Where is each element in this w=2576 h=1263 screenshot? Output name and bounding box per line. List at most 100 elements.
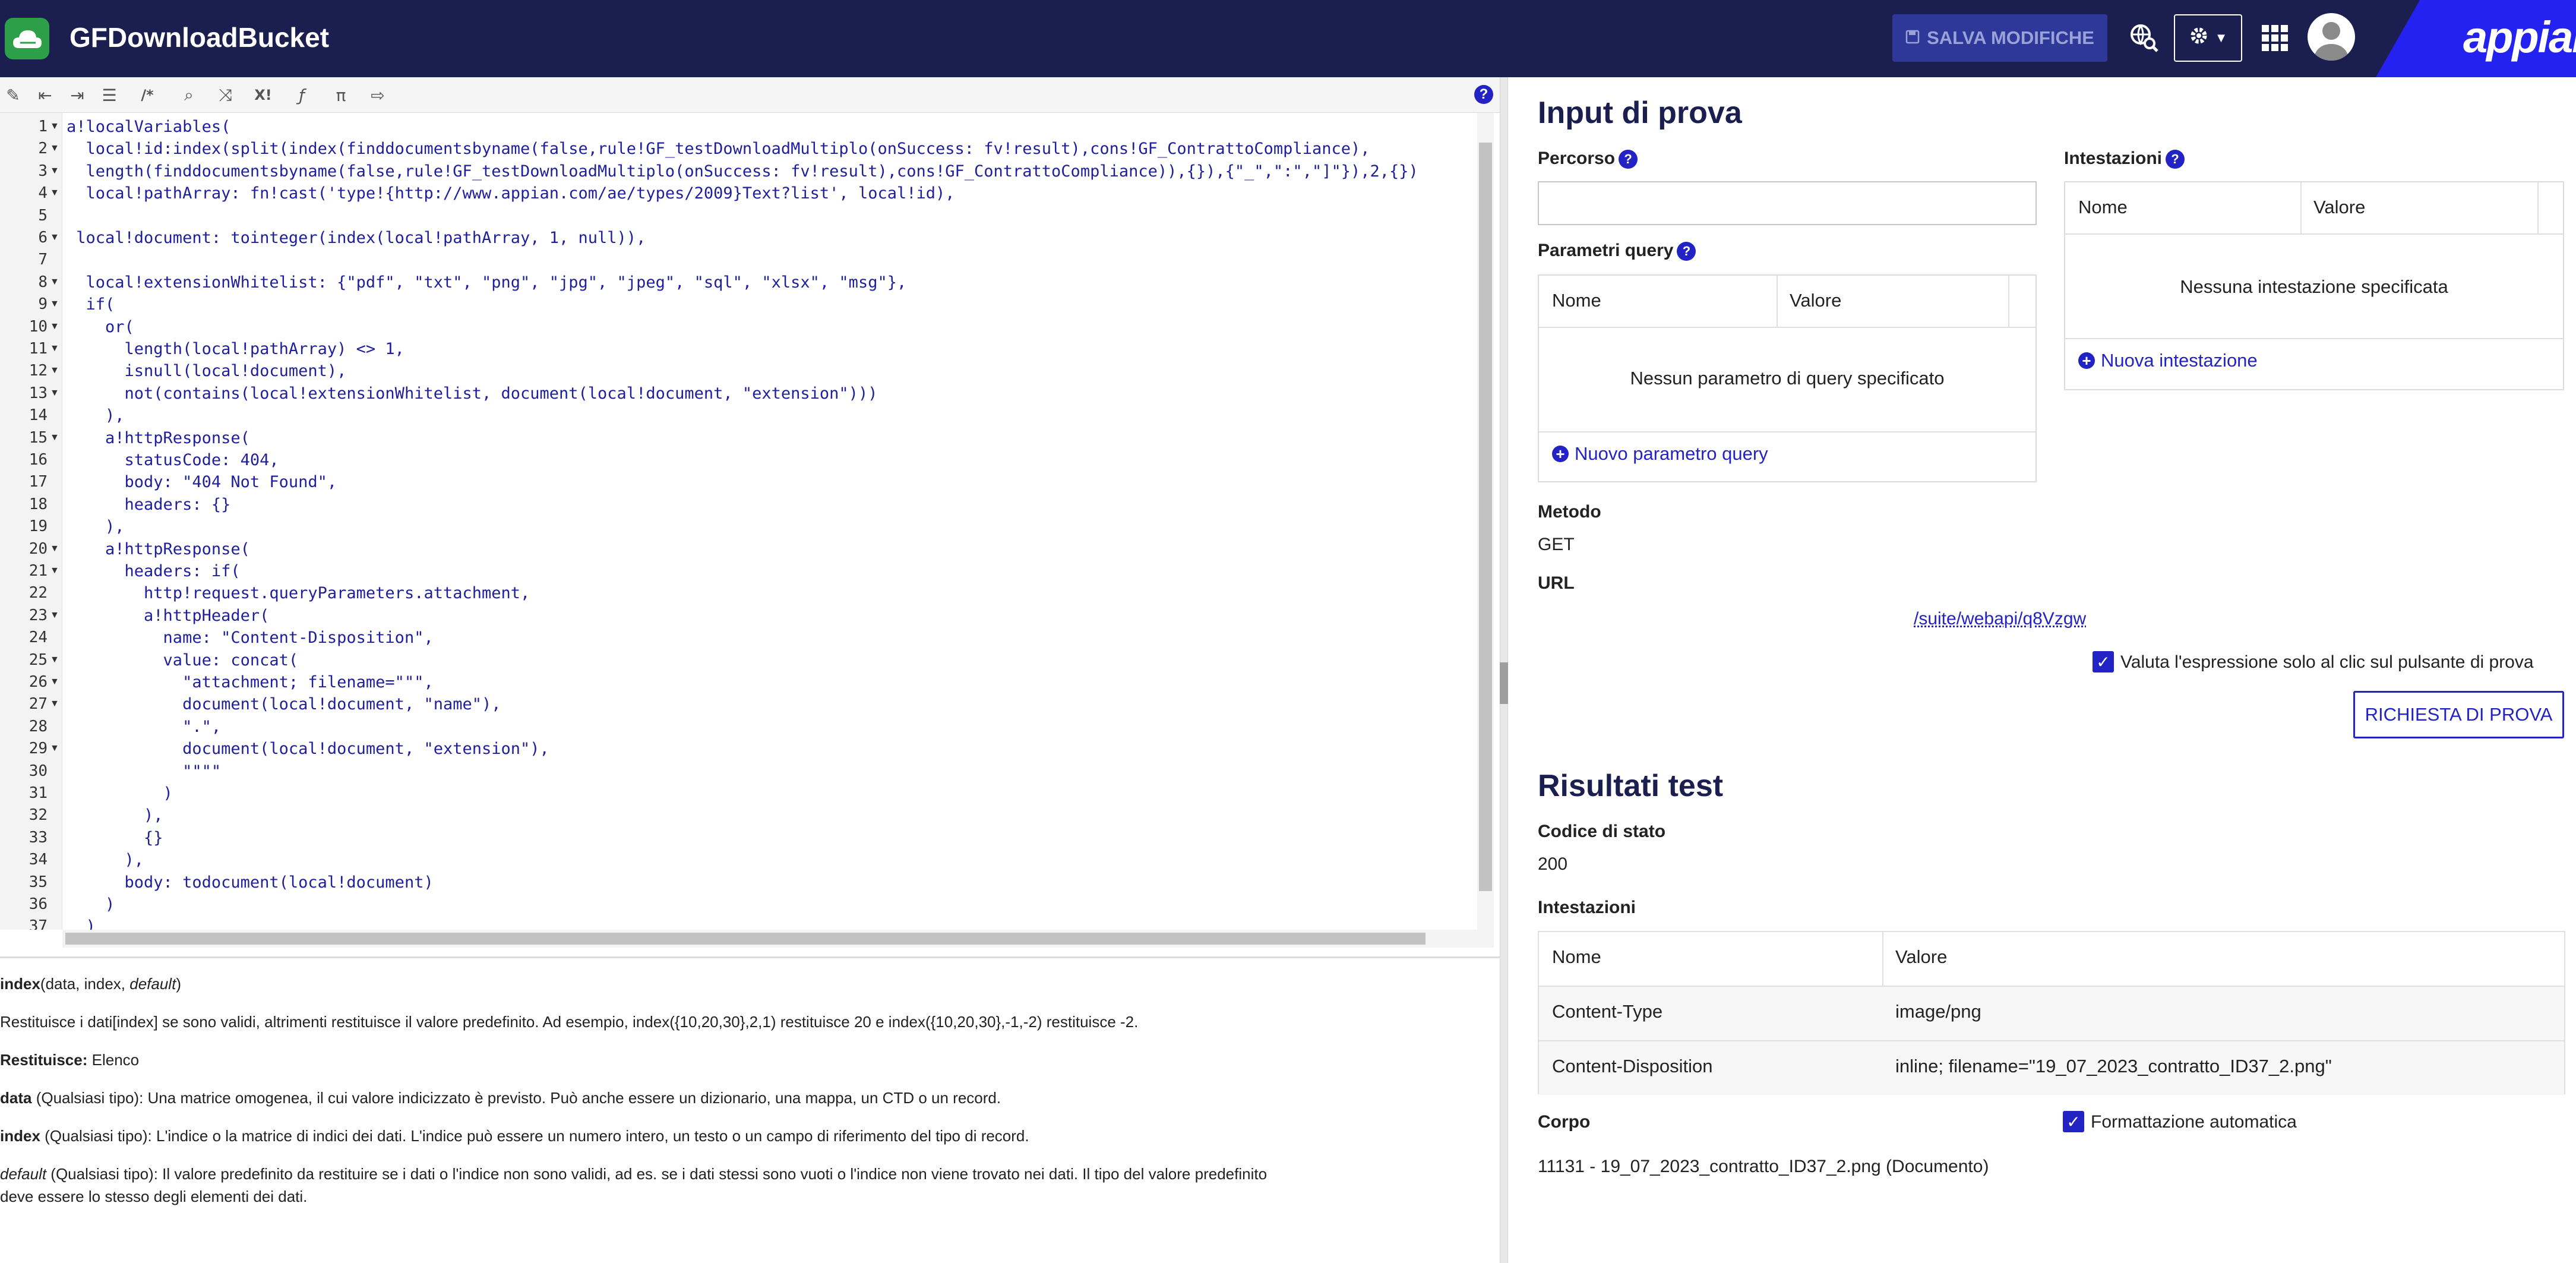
code-editor[interactable]: 1 ▼ a!localVariables(2 ▼ local!id:index(spl…	[0, 113, 1476, 930]
eval-on-click-checkbox[interactable]: ✓	[2093, 651, 2114, 672]
fold-toggle-icon[interactable]: ▼	[50, 655, 59, 665]
code-line[interactable]: local!extensionWhitelist: {"pdf", "txt",…	[67, 273, 907, 292]
code-line[interactable]: headers: {}	[67, 495, 231, 514]
code-line[interactable]: ),	[67, 406, 125, 425]
fold-toggle-icon[interactable]: ▼	[50, 232, 59, 243]
pi-icon[interactable]: π	[330, 84, 352, 106]
code-line[interactable]: document(local!document, "name"),	[67, 695, 501, 713]
code-line[interactable]: name: "Content-Disposition",	[67, 629, 434, 647]
comment-icon[interactable]: /*	[137, 84, 158, 106]
fold-toggle-icon[interactable]: ▼	[50, 321, 59, 332]
fold-toggle-icon[interactable]: ▼	[50, 166, 59, 176]
wand-icon[interactable]: ✎	[2, 84, 24, 106]
code-line[interactable]: document(local!document, "extension"),	[67, 740, 549, 758]
code-line[interactable]: """"	[67, 762, 221, 781]
code-line[interactable]: {}	[67, 829, 163, 847]
fold-toggle-icon[interactable]: ▼	[50, 544, 59, 554]
code-line[interactable]: a!localVariables(	[67, 118, 230, 136]
list-icon[interactable]: ☰	[99, 84, 120, 106]
code-line[interactable]: ".",	[67, 718, 221, 736]
code-line[interactable]: )	[67, 784, 173, 803]
add-header-link[interactable]: + Nuova intestazione	[2078, 350, 2258, 371]
settings-menu-button[interactable]: ▼	[2174, 14, 2242, 62]
test-input-title: Input di prova	[1538, 96, 1742, 130]
editor-vertical-scroll-thumb[interactable]	[1479, 143, 1492, 891]
method-label: Metodo	[1538, 502, 1601, 522]
code-line[interactable]: if(	[67, 295, 115, 314]
expression-icon[interactable]: X!	[252, 84, 274, 106]
editor-horizontal-scroll-thumb[interactable]	[65, 933, 1426, 945]
fold-toggle-icon[interactable]: ▼	[50, 743, 59, 754]
line-number: 7	[38, 251, 48, 269]
fold-toggle-icon[interactable]: ▼	[50, 566, 59, 576]
fold-toggle-icon[interactable]: ▼	[50, 277, 59, 288]
code-line[interactable]: or(	[67, 318, 134, 336]
headers-grid-header: Nome Valore	[2065, 182, 2563, 235]
outdent-icon[interactable]: ⇤	[34, 84, 56, 106]
code-line[interactable]: headers: if(	[67, 562, 241, 580]
fold-toggle-icon[interactable]: ▼	[50, 365, 59, 376]
code-line[interactable]: )	[67, 917, 96, 930]
user-avatar[interactable]	[2308, 13, 2355, 61]
code-line[interactable]: statusCode: 404,	[67, 451, 279, 469]
fold-toggle-icon[interactable]: ▼	[50, 699, 59, 709]
function-icon[interactable]: ƒ	[291, 84, 312, 106]
globe-search-icon[interactable]	[2125, 19, 2161, 55]
indent-icon[interactable]: ⇥	[67, 84, 88, 106]
line-number: 17	[29, 473, 48, 491]
fold-toggle-icon[interactable]: ▼	[50, 143, 59, 154]
line-number: 32	[29, 806, 48, 825]
export-icon[interactable]: ⇨	[367, 84, 388, 106]
cloud-icon[interactable]	[5, 18, 49, 59]
fold-toggle-icon[interactable]: ▼	[50, 677, 59, 687]
fold-toggle-icon[interactable]: ▼	[50, 188, 59, 198]
fold-toggle-icon[interactable]: ▼	[50, 432, 59, 443]
fold-toggle-icon[interactable]: ▼	[50, 121, 59, 132]
url-link[interactable]: /suite/webapi/q8Vzgw	[1914, 609, 2086, 629]
editor-help-icon[interactable]: ?	[1474, 85, 1493, 104]
code-line[interactable]: value: concat(	[67, 651, 299, 670]
query-params-grid: Nome Valore Nessun parametro di query sp…	[1538, 274, 2037, 482]
shuffle-icon[interactable]: ⤨	[215, 84, 236, 106]
add-query-param-link[interactable]: + Nuovo parametro query	[1552, 443, 1768, 465]
code-line[interactable]: not(contains(local!extensionWhitelist, d…	[67, 384, 878, 403]
result-row-name: Content-Disposition	[1552, 1056, 1713, 1076]
save-changes-button[interactable]: SALVA MODIFICHE	[1892, 14, 2107, 62]
code-line[interactable]: body: todocument(local!document)	[67, 873, 434, 892]
result-row-name: Content-Type	[1552, 1001, 1663, 1022]
fold-toggle-icon[interactable]: ▼	[50, 388, 59, 399]
result-col-name: Nome	[1552, 946, 1601, 967]
query-col-value: Valore	[1790, 290, 1842, 311]
code-line[interactable]: ),	[67, 806, 163, 825]
line-number: 1	[38, 118, 48, 135]
code-line[interactable]: length(local!pathArray) <> 1,	[67, 340, 404, 358]
code-line[interactable]: ),	[67, 851, 144, 869]
code-line[interactable]: )	[67, 895, 115, 914]
code-line[interactable]: body: "404 Not Found",	[67, 473, 337, 491]
code-line[interactable]: http!request.queryParameters.attachment,	[67, 584, 530, 602]
apps-grid-icon[interactable]	[2257, 20, 2293, 56]
code-line[interactable]: "attachment; filename=""",	[67, 673, 434, 692]
status-code-label: Codice di stato	[1538, 822, 1666, 841]
autoformat-checkbox[interactable]: ✓	[2063, 1111, 2084, 1132]
code-line[interactable]: a!httpHeader(	[67, 607, 269, 625]
code-line[interactable]: a!httpResponse(	[67, 429, 250, 447]
code-line[interactable]: length(finddocumentsbyname(false,rule!GF…	[67, 162, 1418, 181]
fold-toggle-icon[interactable]: ▼	[50, 299, 59, 310]
code-line[interactable]: local!document: tointeger(index(local!pa…	[67, 229, 646, 247]
search-icon[interactable]: ⌕	[178, 84, 200, 106]
line-number: 29	[29, 740, 48, 758]
test-request-button[interactable]: RICHIESTA DI PROVA	[2353, 691, 2564, 738]
query-help-icon[interactable]: ?	[1677, 242, 1696, 261]
fold-toggle-icon[interactable]: ▼	[50, 343, 59, 354]
splitter-handle[interactable]	[1500, 662, 1508, 704]
headers-help-icon[interactable]: ?	[2166, 150, 2185, 169]
fold-toggle-icon[interactable]: ▼	[50, 610, 59, 621]
path-input[interactable]	[1538, 181, 2037, 225]
code-line[interactable]: isnull(local!document),	[67, 362, 347, 380]
code-line[interactable]: local!pathArray: fn!cast('type!{http://w…	[67, 184, 955, 203]
code-line[interactable]: ),	[67, 517, 125, 536]
code-line[interactable]: a!httpResponse(	[67, 540, 250, 558]
path-help-icon[interactable]: ?	[1619, 150, 1638, 169]
code-line[interactable]: local!id:index(split(index(finddocuments…	[67, 140, 1370, 158]
